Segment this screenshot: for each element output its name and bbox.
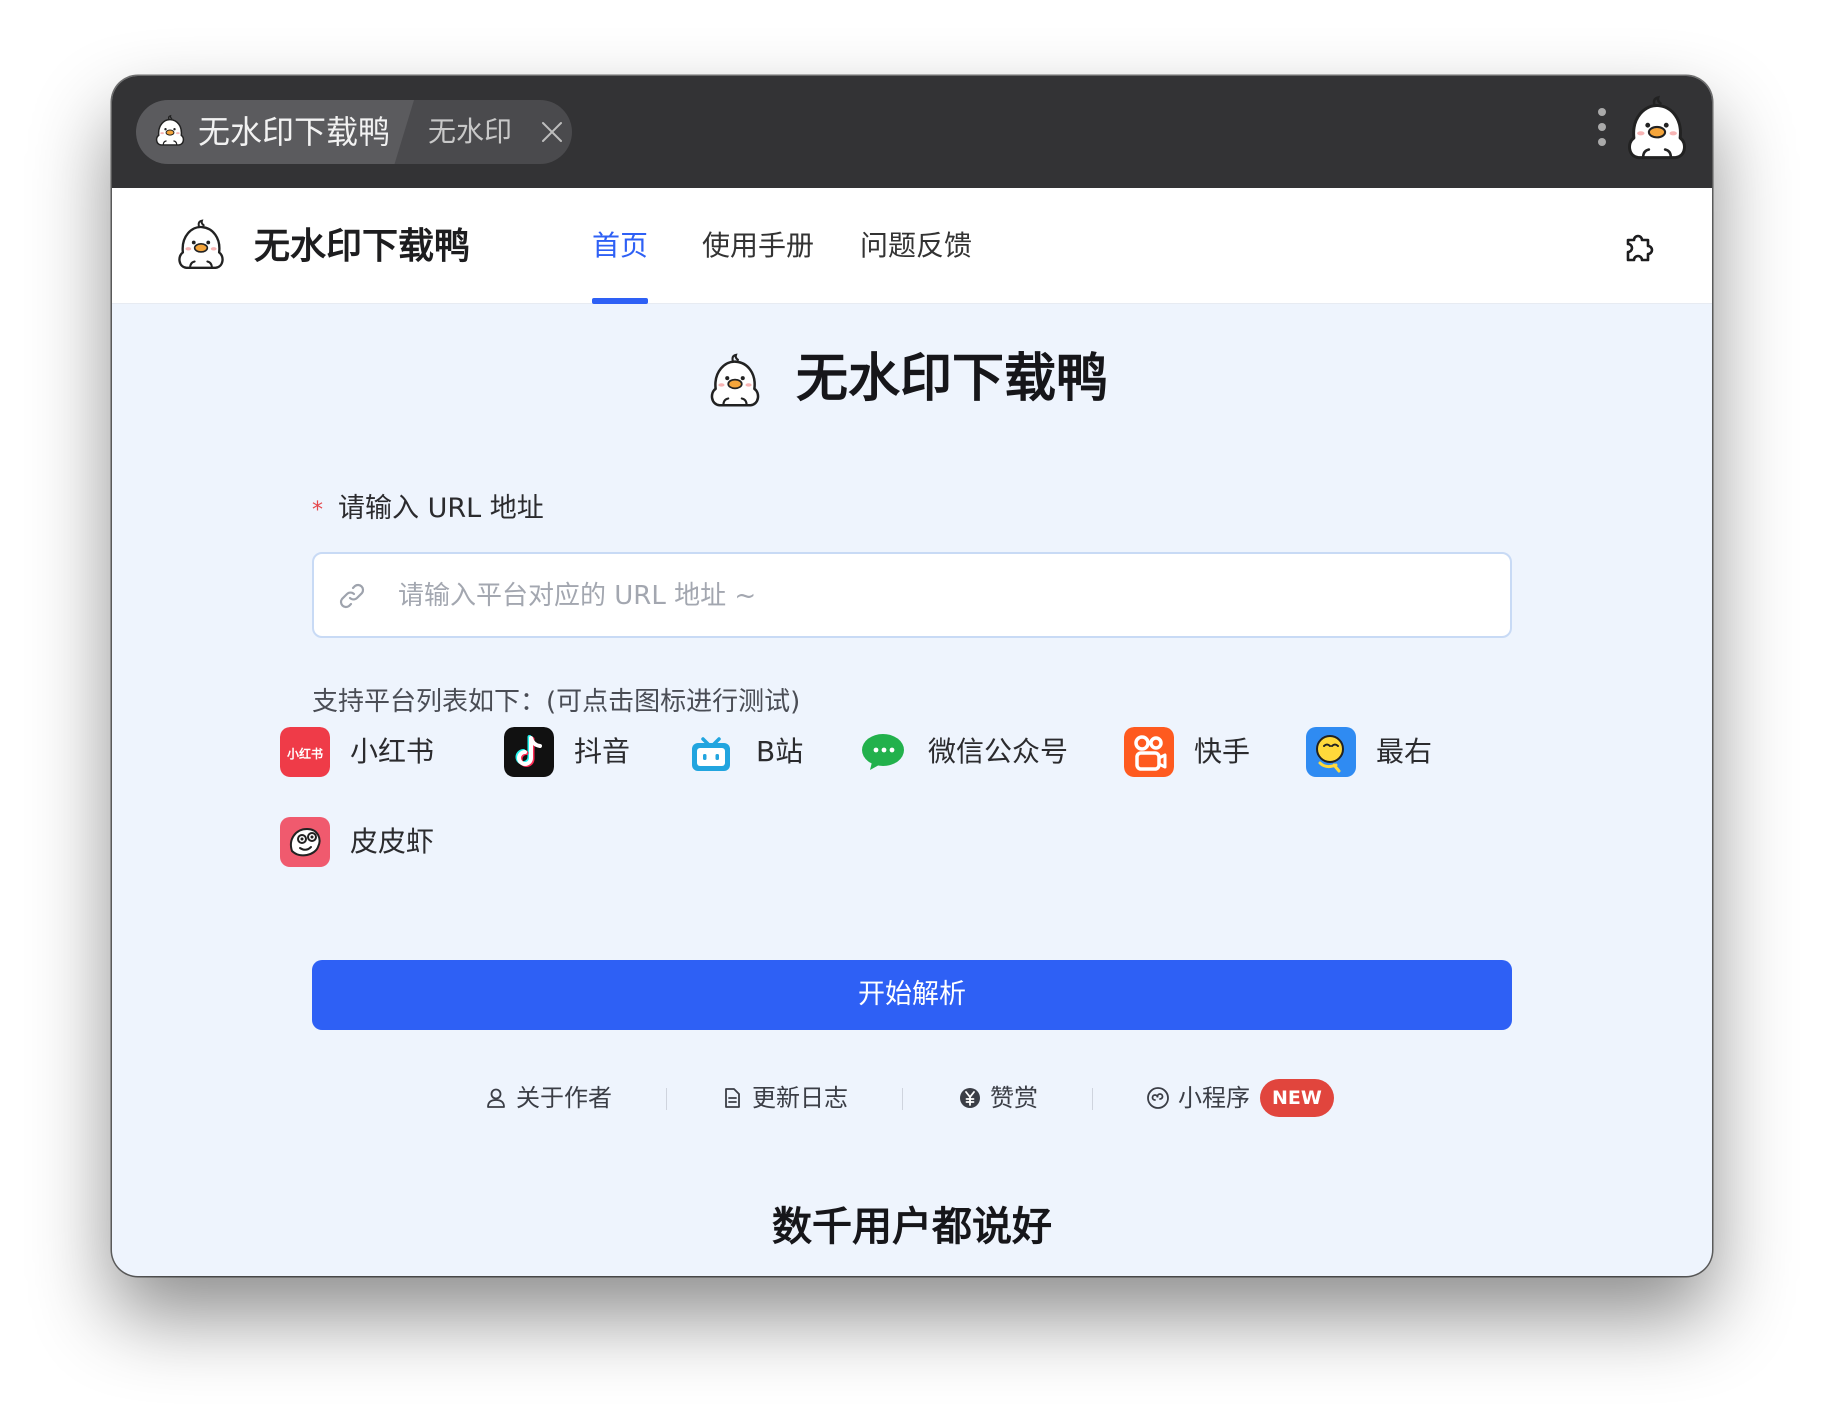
- footer-link-label: 关于作者: [516, 1084, 612, 1112]
- footer-link-label: 更新日志: [752, 1084, 848, 1112]
- duck-logo-icon: [704, 352, 766, 414]
- browser-tab[interactable]: 无水印下载鸭 无水印: [136, 100, 572, 164]
- footer-link-label: 赞赏: [990, 1084, 1038, 1112]
- footer-link-changelog[interactable]: 更新日志: [720, 1078, 848, 1118]
- platform-bilibili[interactable]: B站: [686, 726, 803, 778]
- document-icon: [725, 1088, 740, 1108]
- xiaohongshu-icon[interactable]: 小红书: [280, 727, 330, 777]
- platform-label: 最右: [1376, 735, 1433, 768]
- url-input-box[interactable]: [312, 552, 1512, 638]
- platform-xiaohongshu[interactable]: 小红书 小红书: [280, 726, 434, 778]
- footer-divider: [666, 1088, 667, 1110]
- user-icon: [487, 1088, 505, 1108]
- platform-label: 小红书: [350, 735, 435, 768]
- platform-wechat[interactable]: 微信公众号: [858, 726, 1068, 778]
- platform-label: 抖音: [574, 735, 631, 768]
- puzzle-icon[interactable]: [1620, 226, 1660, 266]
- link-icon: [339, 583, 365, 609]
- platform-label: 皮皮虾: [350, 825, 435, 858]
- pipixia-icon[interactable]: [280, 817, 330, 867]
- footer-link-about[interactable]: 关于作者: [484, 1078, 612, 1118]
- more-dots-icon[interactable]: [1596, 108, 1608, 152]
- title-bar: 无水印下载鸭 无水印: [112, 76, 1712, 188]
- footer-link-miniprogram[interactable]: 小程序 NEW: [1146, 1078, 1334, 1118]
- tab-title: 无水印下载鸭: [198, 113, 391, 151]
- duck-logo-icon: [152, 114, 188, 150]
- zuiyou-icon[interactable]: [1306, 727, 1356, 777]
- duck-logo-icon[interactable]: [172, 218, 230, 276]
- yen-coin-icon: [960, 1088, 980, 1108]
- xiaohongshu-icon-text: 小红书: [287, 746, 323, 761]
- platform-hint: 支持平台列表如下：(可点击图标进行测试): [312, 687, 801, 717]
- platform-label: B站: [756, 735, 804, 768]
- platform-kuaishou[interactable]: 快手: [1124, 726, 1250, 778]
- browser-window: 无水印下载鸭 无水印 无水印下载鸭 首页 使用手册 问题反馈 无水印下载鸭 * …: [112, 76, 1712, 1276]
- platform-pipixia[interactable]: 皮皮虾: [280, 816, 434, 868]
- url-input[interactable]: [398, 572, 1478, 620]
- nav-link-feedback[interactable]: 问题反馈: [860, 226, 972, 266]
- footer-link-donate[interactable]: 赞赏: [958, 1078, 1038, 1118]
- page-title: 无水印下载鸭: [796, 349, 1109, 409]
- platform-label: 快手: [1194, 735, 1251, 768]
- kuaishou-icon[interactable]: [1124, 727, 1174, 777]
- nav-link-home[interactable]: 首页: [592, 226, 648, 266]
- footer-divider: [1092, 1088, 1093, 1110]
- url-field-label: 请输入 URL 地址: [338, 493, 544, 524]
- bilibili-icon[interactable]: [686, 727, 736, 777]
- platform-label: 微信公众号: [928, 735, 1069, 768]
- douyin-icon[interactable]: [504, 727, 554, 777]
- active-tab-underline: [592, 298, 648, 304]
- close-icon[interactable]: [540, 120, 564, 144]
- testimonials-title: 数千用户都说好: [772, 1204, 1052, 1250]
- footer-link-label: 小程序: [1178, 1084, 1250, 1112]
- tab-subtitle: 无水印: [428, 115, 513, 148]
- required-mark: *: [312, 498, 323, 523]
- platform-douyin[interactable]: 抖音: [504, 726, 630, 778]
- start-parse-button[interactable]: 开始解析: [312, 960, 1512, 1030]
- top-nav: 无水印下载鸭 首页 使用手册 问题反馈: [112, 188, 1712, 304]
- new-badge: NEW: [1260, 1079, 1334, 1117]
- platform-zuiyou[interactable]: 最右: [1306, 726, 1432, 778]
- mini-program-icon: [1147, 1087, 1169, 1109]
- wechat-icon[interactable]: [858, 727, 908, 777]
- duck-avatar-icon[interactable]: [1620, 94, 1694, 168]
- nav-brand[interactable]: 无水印下载鸭: [254, 224, 470, 270]
- footer-divider: [902, 1088, 903, 1110]
- nav-link-manual[interactable]: 使用手册: [702, 226, 814, 266]
